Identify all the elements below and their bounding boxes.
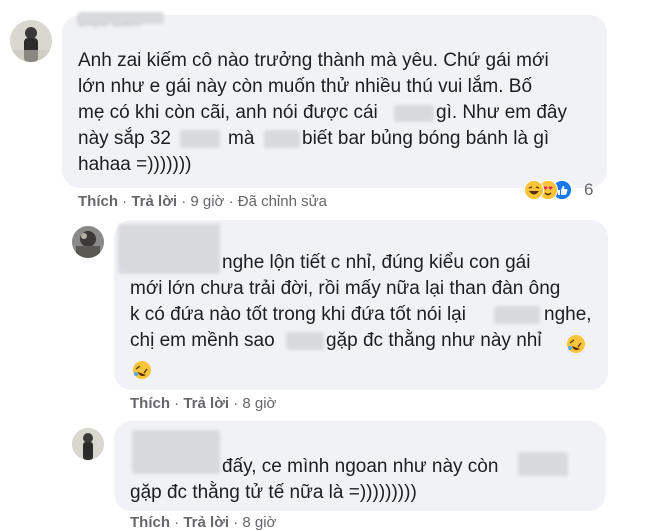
separator: · <box>233 395 239 412</box>
reaction-summary[interactable]: 6 <box>524 178 604 204</box>
comment-actions: Thích · Trả lời · 9 giờ · Đã chỉnh sửa <box>78 193 327 210</box>
avatar[interactable] <box>10 20 52 62</box>
redacted-author-name[interactable] <box>132 430 220 474</box>
comment-text-line: Anh zai kiếm cô nào trưởng thành mà yêu.… <box>78 50 549 71</box>
comment-text-line: mẹ có khi còn cãi, anh nói được cái <box>78 102 378 123</box>
avatar[interactable] <box>72 428 104 460</box>
comment-text-line: mà <box>228 128 255 149</box>
redacted-block <box>494 306 540 324</box>
reaction-count: 6 <box>584 180 594 199</box>
redacted-block <box>264 130 300 148</box>
separator: · <box>228 193 234 210</box>
like-button[interactable]: Thích <box>78 193 118 210</box>
comment-text-line: hahaa =))))))) <box>78 154 192 175</box>
comment-actions: Thích · Trả lời · 8 giờ <box>130 395 276 412</box>
reply-button[interactable]: Trả lời <box>183 395 229 412</box>
comment-text-line: nghe lộn tiết c nhỉ, đúng kiểu con gái <box>222 252 531 273</box>
comment-text-line: gặp đc thằng như này nhỉ <box>326 330 542 351</box>
redacted-block <box>78 12 164 24</box>
comment-text-line: gặp đc thằng tử tế nữa là =))))))))) <box>130 482 417 503</box>
comment-text-line: này sắp 32 <box>78 128 171 149</box>
comment-text-line: gì. Như em đây <box>436 102 567 123</box>
comment-text-line: mới lớn chưa trải đời, rồi mấy nữa lại t… <box>130 278 561 299</box>
comment-text-line: k có đứa nào tốt trong khi đứa tốt nói l… <box>130 304 466 325</box>
redacted-block <box>394 105 434 122</box>
timestamp[interactable]: 8 giờ <box>242 395 276 412</box>
comment-text-line: biết bar bủng bóng bánh là gì <box>302 128 550 149</box>
timestamp[interactable]: 9 giờ <box>190 193 224 210</box>
redacted-block <box>286 332 324 350</box>
redacted-block <box>518 452 568 476</box>
comment-text-line: lớn như e gái này còn muốn thử nhiều thú… <box>78 76 533 97</box>
separator: · <box>122 193 128 210</box>
like-button[interactable]: Thích <box>130 395 170 412</box>
redacted-block <box>180 130 220 148</box>
separator: · <box>181 193 187 210</box>
separator: · <box>174 395 180 412</box>
haha-emoji-icon <box>524 180 544 200</box>
edited-label: Đã chỉnh sửa <box>237 193 328 210</box>
rolling-laughing-emoji-icon <box>132 360 152 380</box>
reply-button[interactable]: Trả lời <box>131 193 177 210</box>
redacted-author-name[interactable] <box>118 224 220 274</box>
comment-text-line: chị em mềnh sao <box>130 330 275 351</box>
rolling-laughing-emoji-icon <box>566 334 586 354</box>
comment-text-line: nghe, <box>544 304 592 325</box>
comment-text-line: đấy, ce mình ngoan như này còn <box>222 456 499 477</box>
avatar[interactable] <box>72 226 104 258</box>
